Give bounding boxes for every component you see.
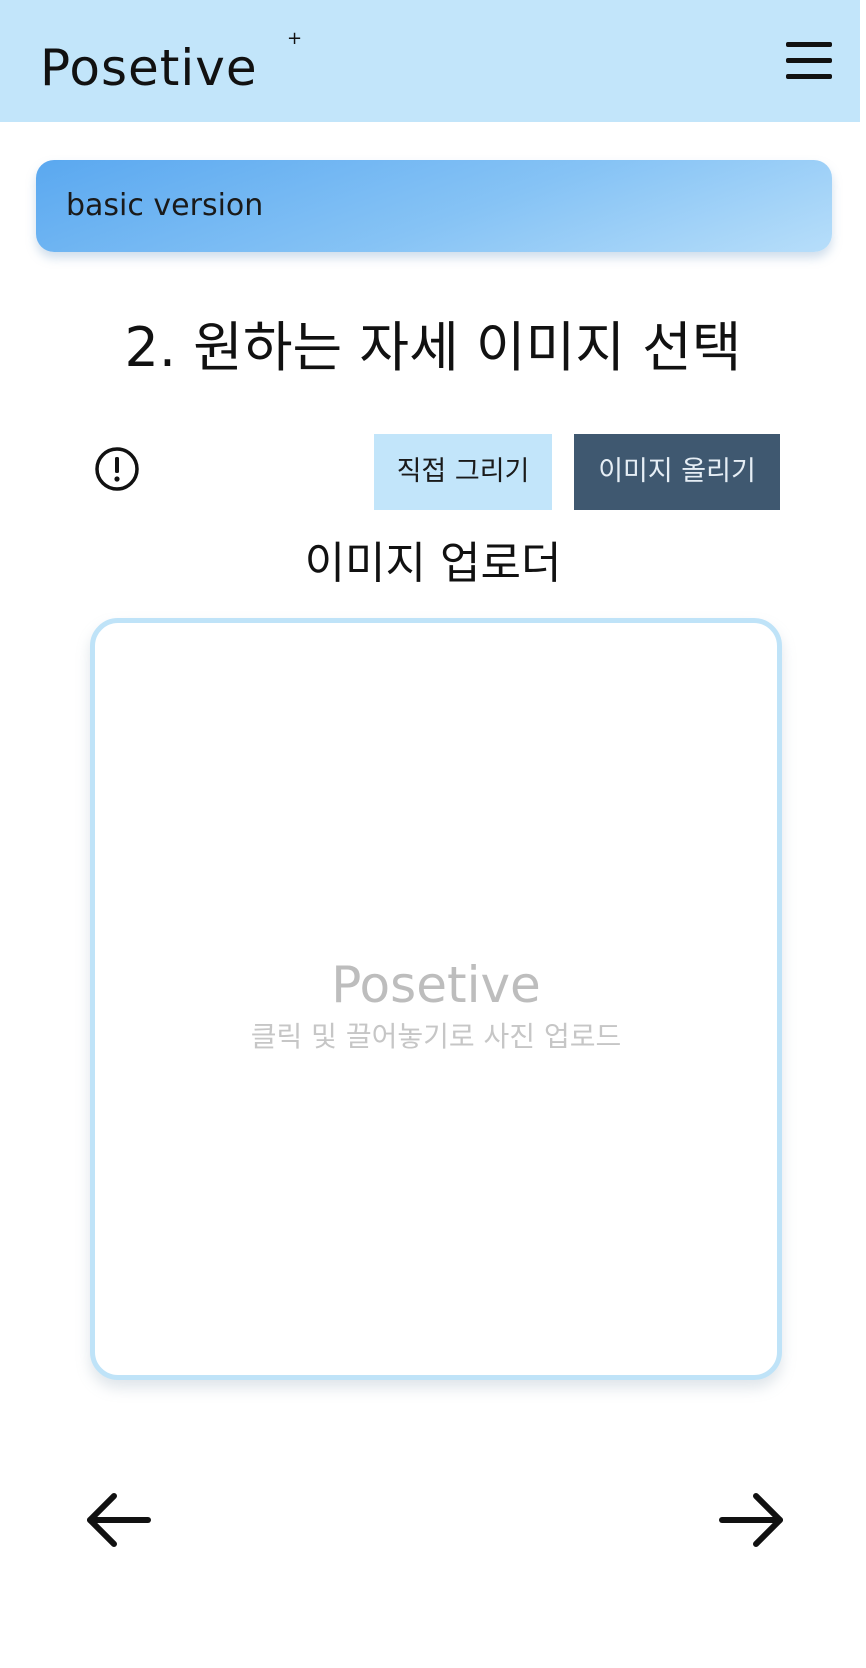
dropzone-brand-text: Posetive — [331, 956, 541, 1014]
dropzone-hint-text: 클릭 및 끌어놓기로 사진 업로드 — [250, 1020, 622, 1053]
menu-bar — [786, 58, 832, 63]
uploader-title: 이미지 업로더 — [304, 538, 562, 589]
arrow-left-icon[interactable] — [84, 1490, 154, 1550]
menu-bar — [786, 74, 832, 79]
version-banner: basic version — [36, 160, 832, 252]
app-logo[interactable]: Posetive — [40, 38, 258, 98]
logo-star-mark: + — [287, 28, 303, 49]
version-label: basic version — [66, 188, 264, 223]
hamburger-menu-icon[interactable] — [786, 40, 832, 82]
step-title: 2. 원하는 자세 이미지 선택 — [124, 316, 742, 379]
tab-upload-image[interactable]: 이미지 올리기 — [574, 434, 780, 510]
menu-bar — [786, 42, 832, 47]
tab-draw-directly[interactable]: 직접 그리기 — [374, 434, 552, 510]
image-dropzone[interactable]: Posetive 클릭 및 끌어놓기로 사진 업로드 — [90, 618, 782, 1380]
arrow-right-icon[interactable] — [716, 1490, 786, 1550]
info-circle-icon[interactable] — [94, 446, 140, 492]
app-header: Posetive + — [0, 0, 860, 122]
